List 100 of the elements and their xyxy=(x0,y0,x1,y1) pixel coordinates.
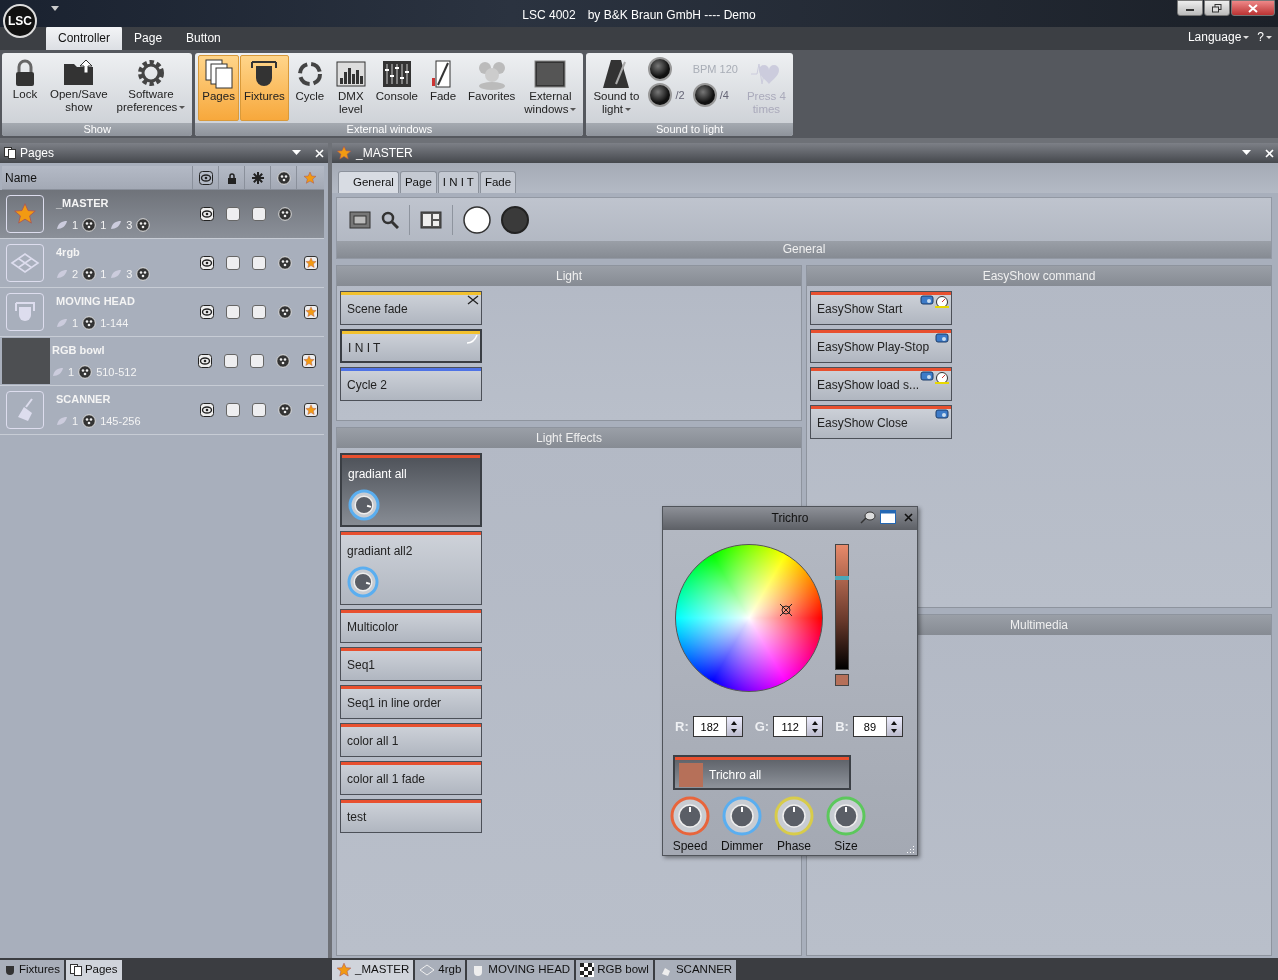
brightness-slider[interactable] xyxy=(835,543,849,670)
ribbon-button[interactable]: Fade xyxy=(423,55,463,121)
close-button[interactable] xyxy=(1231,0,1275,16)
cue-button[interactable]: gradiant all2 xyxy=(340,531,482,605)
page-stat: 1 xyxy=(100,217,107,233)
favorite-toggle[interactable] xyxy=(302,354,316,368)
cue-button[interactable]: EasyShow Start xyxy=(810,291,952,325)
minimize-button[interactable] xyxy=(1177,0,1203,16)
dmx-toggle[interactable] xyxy=(278,403,292,417)
cue-button[interactable]: Seq1 xyxy=(340,647,482,681)
ribbon-button[interactable]: Lock xyxy=(5,55,45,121)
tap-button[interactable] xyxy=(648,57,673,81)
favorite-toggle[interactable] xyxy=(304,403,318,417)
dmx-toggle[interactable] xyxy=(278,305,292,319)
panel-tab[interactable]: Pages xyxy=(65,960,122,980)
ribbon-button[interactable]: Favorites xyxy=(464,55,520,121)
cue-button[interactable]: Scene fade xyxy=(340,291,482,325)
document-tab[interactable]: RGB bowl xyxy=(576,960,653,980)
visibility-toggle[interactable] xyxy=(200,403,214,417)
page-tab[interactable]: Page xyxy=(399,170,437,193)
panel-tab[interactable]: Fixtures xyxy=(0,960,64,980)
document-tab[interactable]: _MASTER xyxy=(332,960,414,980)
pin-button[interactable] xyxy=(860,510,876,524)
checkbox[interactable] xyxy=(252,256,266,270)
cue-button[interactable]: color all 1 fade xyxy=(340,761,482,795)
dmx-toggle[interactable] xyxy=(276,354,290,368)
slider-thumb[interactable] xyxy=(835,576,849,581)
ribbon-button[interactable]: DMX level xyxy=(330,55,371,121)
checkbox[interactable] xyxy=(224,354,238,368)
checkbox[interactable] xyxy=(250,354,264,368)
page-stat: 1 xyxy=(100,266,107,282)
socket-icon xyxy=(136,217,151,232)
cue-button[interactable]: Cycle 2 xyxy=(340,367,482,401)
page-tab[interactable]: Fade xyxy=(479,170,517,193)
dmx-toggle[interactable] xyxy=(278,207,292,221)
ribbon-tab[interactable]: Controller xyxy=(46,26,123,50)
page-row[interactable]: _MASTER 1 1 3 xyxy=(0,190,324,239)
spinner-button[interactable] xyxy=(806,717,823,737)
cue-button[interactable]: EasyShow load s... xyxy=(810,367,952,401)
cue-button[interactable]: color all 1 xyxy=(340,723,482,757)
ribbon-button[interactable]: Software preferences xyxy=(112,55,190,121)
checkbox[interactable] xyxy=(252,403,266,417)
checkbox[interactable] xyxy=(252,305,266,319)
checkbox[interactable] xyxy=(226,256,240,270)
toolbar-button[interactable] xyxy=(501,205,529,234)
help-menu[interactable]: ? xyxy=(1257,28,1272,46)
visibility-toggle[interactable] xyxy=(200,207,214,221)
cue-button[interactable]: I N I T xyxy=(340,329,482,363)
column-header: Name xyxy=(4,169,38,187)
restore-button[interactable] xyxy=(1204,0,1230,16)
toolbar-button[interactable] xyxy=(420,210,442,229)
tap-button[interactable] xyxy=(648,83,673,107)
number-field[interactable]: 112 xyxy=(773,716,824,738)
document-tab[interactable]: SCANNER xyxy=(654,960,737,980)
visibility-toggle[interactable] xyxy=(198,354,212,368)
ribbon-tab[interactable]: Page xyxy=(122,26,175,50)
visibility-toggle[interactable] xyxy=(200,305,214,319)
cue-button[interactable]: test xyxy=(340,799,482,833)
favorite-toggle[interactable] xyxy=(304,305,318,319)
eye-icon xyxy=(200,305,214,319)
app-logo[interactable]: LSC xyxy=(3,4,37,38)
toolbar-button[interactable] xyxy=(463,205,491,234)
folder-icon xyxy=(61,58,96,88)
number-field[interactable]: 89 xyxy=(852,716,903,738)
ribbon-button[interactable]: Pages xyxy=(198,55,239,121)
visibility-toggle[interactable] xyxy=(200,256,214,270)
dropdown-button[interactable] xyxy=(292,150,301,156)
cue-button[interactable]: Seq1 in line order xyxy=(340,685,482,719)
ribbon-button[interactable]: Fixtures xyxy=(239,55,289,121)
ribbon-button[interactable]: Cycle xyxy=(289,55,330,121)
checkbox[interactable] xyxy=(252,207,266,221)
pages-icon xyxy=(203,58,234,90)
dropdown-button[interactable] xyxy=(1242,150,1251,156)
document-tab[interactable]: MOVING HEAD xyxy=(467,960,575,980)
ribbon-button[interactable]: Sound to light xyxy=(589,55,644,121)
language-menu[interactable]: Language xyxy=(1187,28,1250,46)
ribbon-button[interactable]: Console xyxy=(371,55,422,121)
document-tab[interactable]: 4rgb xyxy=(415,960,466,980)
page-stat: 1 xyxy=(72,217,79,233)
checkbox[interactable] xyxy=(226,305,240,319)
ribbon-tab[interactable]: Button xyxy=(174,26,233,50)
cue-button[interactable]: EasyShow Play-Stop xyxy=(810,329,952,363)
toolbar-button[interactable] xyxy=(381,210,399,229)
dmx-toggle[interactable] xyxy=(278,256,292,270)
cue-button[interactable]: EasyShow Close xyxy=(810,405,952,439)
number-field[interactable]: 182 xyxy=(692,716,743,738)
cue-button[interactable]: gradiant all xyxy=(340,453,482,527)
ribbon-button[interactable]: Open/Save show xyxy=(46,55,112,121)
close-button[interactable] xyxy=(904,512,913,522)
page-tab[interactable]: General xyxy=(338,170,399,193)
cue-button[interactable]: Multicolor xyxy=(340,609,482,643)
window-button[interactable] xyxy=(880,510,896,524)
ribbon-button[interactable]: External windows xyxy=(520,55,581,121)
page-tab[interactable]: I N I T xyxy=(437,170,479,193)
tap-button[interactable] xyxy=(692,83,717,107)
cue-button[interactable]: Trichro all xyxy=(673,755,851,790)
checkbox[interactable] xyxy=(226,403,240,417)
favorite-toggle[interactable] xyxy=(304,256,318,270)
section-title: Light Effects xyxy=(337,428,801,448)
checkbox[interactable] xyxy=(226,207,240,221)
